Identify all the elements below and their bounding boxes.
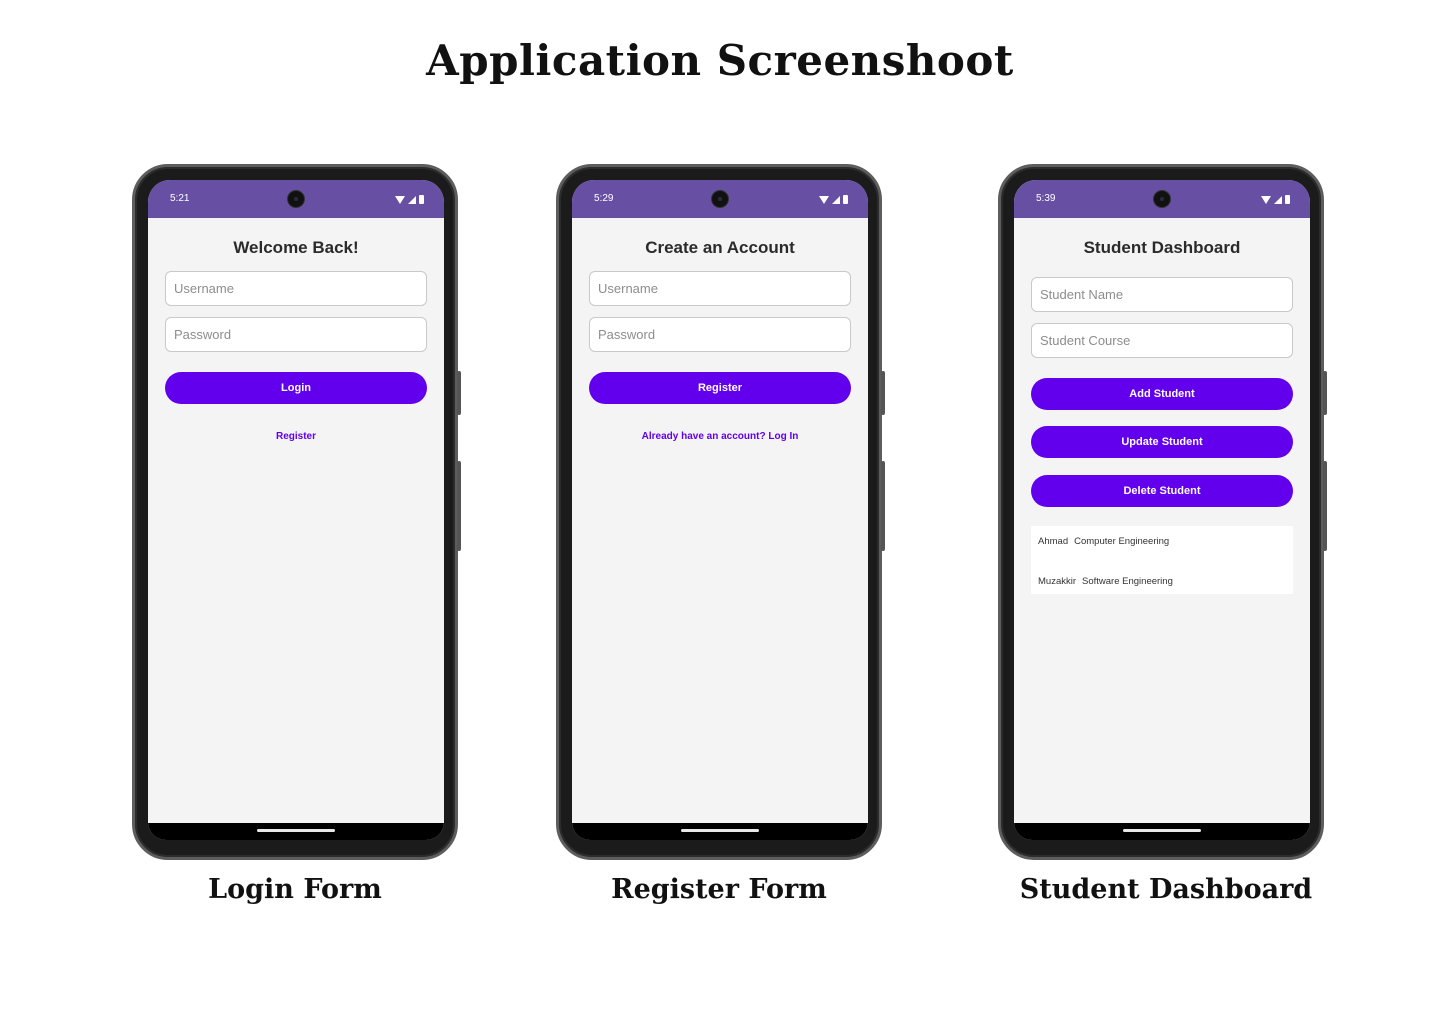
student-course-input[interactable] [1031, 323, 1293, 358]
home-indicator[interactable] [257, 829, 335, 832]
volume-button [1323, 461, 1327, 551]
battery-icon [419, 195, 424, 204]
status-bar: 5:21 [148, 180, 444, 218]
list-item[interactable]: Ahmad Computer Engineering [1038, 536, 1169, 547]
dashboard-content: Student Dashboard Add Student Update Stu… [1014, 218, 1310, 823]
power-button [457, 371, 461, 415]
login-screen: 5:21 Welcome Back! Login Register [148, 180, 444, 840]
wifi-icon [819, 196, 829, 204]
wifi-icon [395, 196, 405, 204]
login-button[interactable]: Login [165, 372, 427, 404]
register-content: Create an Account Register Already have … [572, 218, 868, 823]
student-name: Muzakkir [1038, 576, 1077, 587]
wifi-icon [1261, 196, 1271, 204]
login-content: Welcome Back! Login Register [148, 218, 444, 823]
status-time: 5:39 [1036, 193, 1056, 204]
page-title: Application Screenshoot [426, 36, 1014, 85]
update-student-button[interactable]: Update Student [1031, 426, 1293, 458]
nav-bar [148, 823, 444, 840]
status-time: 5:21 [170, 193, 190, 204]
dashboard-screen: 5:39 Student Dashboard Add Student Updat… [1014, 180, 1310, 840]
home-indicator[interactable] [681, 829, 759, 832]
status-bar: 5:39 [1014, 180, 1310, 218]
screen-title: Welcome Back! [233, 238, 359, 257]
student-name: Ahmad [1038, 536, 1069, 547]
power-button [881, 371, 885, 415]
phone-dashboard: 5:39 Student Dashboard Add Student Updat… [998, 164, 1327, 860]
register-button[interactable]: Register [589, 372, 851, 404]
password-input[interactable] [589, 317, 851, 352]
status-bar: 5:29 [572, 180, 868, 218]
register-link[interactable]: Register [148, 431, 444, 442]
student-course: Software Engineering [1082, 576, 1173, 587]
front-camera [711, 190, 729, 208]
volume-button [881, 461, 885, 551]
volume-button [457, 461, 461, 551]
login-link[interactable]: Already have an account? Log In [572, 431, 868, 442]
power-button [1323, 371, 1327, 415]
front-camera [287, 190, 305, 208]
front-camera [1153, 190, 1171, 208]
nav-bar [572, 823, 868, 840]
phone-register: 5:29 Create an Account Register Already … [556, 164, 885, 860]
phone-login: 5:21 Welcome Back! Login Register [132, 164, 461, 860]
register-screen: 5:29 Create an Account Register Already … [572, 180, 868, 840]
signal-icon [832, 196, 840, 204]
status-icons [819, 194, 848, 204]
student-list: Ahmad Computer Engineering Muzakkir Softwa… [1031, 526, 1293, 594]
signal-icon [1274, 196, 1282, 204]
status-icons [1261, 194, 1290, 204]
student-course: Computer Engineering [1074, 536, 1170, 547]
caption-dashboard: Student Dashboard [1019, 874, 1313, 905]
student-name-input[interactable] [1031, 277, 1293, 312]
battery-icon [843, 195, 848, 204]
battery-icon [1285, 195, 1290, 204]
screen-title: Student Dashboard [1083, 238, 1241, 257]
home-indicator[interactable] [1123, 829, 1201, 832]
caption-login: Login Form [208, 874, 382, 905]
add-student-button[interactable]: Add Student [1031, 378, 1293, 410]
nav-bar [1014, 823, 1310, 840]
list-item[interactable]: Muzakkir Software Engineering [1038, 576, 1173, 587]
screen-title: Create an Account [645, 238, 795, 257]
delete-student-button[interactable]: Delete Student [1031, 475, 1293, 507]
username-input[interactable] [589, 271, 851, 306]
caption-register: Register Form [611, 874, 827, 905]
password-input[interactable] [165, 317, 427, 352]
status-icons [395, 194, 424, 204]
username-input[interactable] [165, 271, 427, 306]
status-time: 5:29 [594, 193, 614, 204]
signal-icon [408, 196, 416, 204]
